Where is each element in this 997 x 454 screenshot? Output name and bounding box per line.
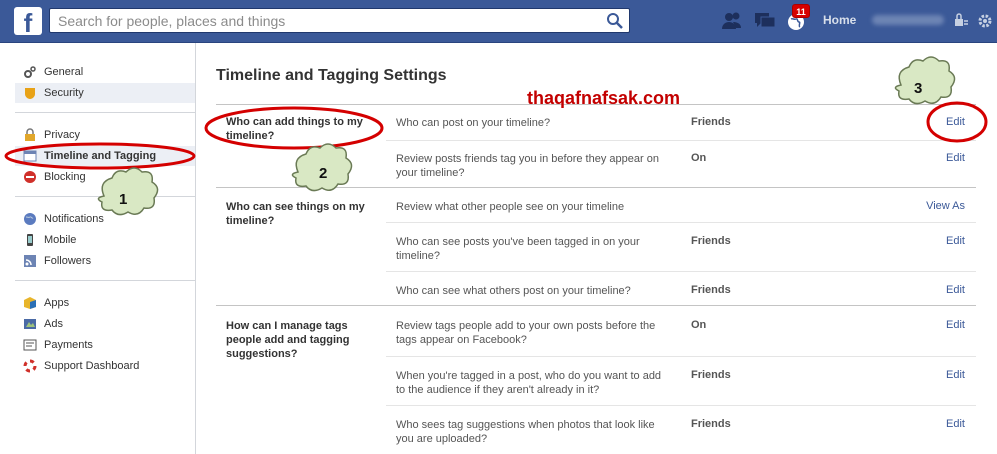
search-icon[interactable] (605, 11, 625, 31)
sidebar-item-mobile[interactable]: Mobile (15, 230, 195, 250)
setting-question: Who sees tag suggestions when photos tha… (396, 419, 655, 445)
sidebar-item-label: Blocking (44, 171, 86, 183)
setting-value: Friends (691, 284, 731, 296)
setting-value: On (691, 319, 707, 331)
watermark-text: thaqafnafsak.com (527, 88, 681, 108)
setting-question: Who can post on your timeline? (396, 117, 551, 129)
settings-section-see-things: Who can see things on my timeline? Revie… (216, 187, 976, 304)
sidebar-item-notifications[interactable]: Notifications (15, 209, 195, 229)
ads-icon (24, 319, 36, 329)
setting-row: Review posts friends tag you in before t… (386, 140, 976, 188)
setting-value: Friends (691, 116, 731, 128)
setting-row: Who can see posts you've been tagged in … (386, 222, 976, 271)
apps-cube-icon (24, 297, 36, 309)
edit-link[interactable]: Edit (946, 152, 965, 164)
home-link[interactable]: Home (823, 13, 856, 27)
mobile-icon (27, 234, 33, 246)
sidebar-item-payments[interactable]: Payments (15, 335, 195, 355)
section-title: Who can add things to my timeline? (226, 116, 363, 142)
notification-count-badge: 11 (792, 4, 810, 18)
lock-icon (25, 128, 35, 141)
callout-number-3: 3 (914, 80, 923, 97)
edit-link[interactable]: Edit (946, 369, 965, 381)
sidebar-item-blocking[interactable]: Blocking (15, 167, 195, 187)
messages-icon[interactable] (753, 10, 777, 32)
globe-icon (24, 213, 36, 225)
lifebuoy-icon (23, 359, 37, 373)
sidebar-item-label: Support Dashboard (44, 360, 140, 372)
setting-row: Who can see what others post on your tim… (386, 271, 976, 305)
view-as-link[interactable]: View As (926, 200, 965, 212)
setting-value: Friends (691, 369, 731, 381)
edit-link[interactable]: Edit (946, 418, 965, 430)
callout-number-1: 1 (119, 191, 128, 208)
callout-number-2: 2 (319, 165, 328, 182)
setting-question: Review what other people see on your tim… (396, 201, 625, 213)
sidebar-item-label: Payments (44, 339, 93, 351)
rss-icon (24, 255, 36, 267)
sidebar-item-label: Notifications (44, 213, 104, 225)
setting-value: On (691, 152, 707, 164)
sidebar-item-apps[interactable]: Apps (15, 293, 195, 313)
settings-section-add-things: Who can add things to my timeline? Who c… (216, 104, 976, 187)
setting-question: Review tags people add to your own posts… (396, 320, 656, 346)
setting-row: Review tags people add to your own posts… (386, 306, 976, 356)
setting-question: When you're tagged in a post, who do you… (396, 370, 662, 396)
sidebar-divider (15, 112, 195, 113)
section-title: Who can see things on my timeline? (226, 201, 365, 227)
friend-requests-icon[interactable] (720, 10, 744, 32)
sidebar-item-general[interactable]: General (15, 62, 195, 82)
sidebar-item-ads[interactable]: Ads (15, 314, 195, 334)
page-title: Timeline and Tagging Settings (216, 67, 447, 84)
profile-name-link[interactable] (872, 15, 944, 25)
settings-gear-icon[interactable] (976, 12, 994, 30)
blocking-icon (24, 171, 36, 183)
section-title: How can I manage tags people add and tag… (226, 320, 350, 360)
sidebar-item-label: Apps (44, 297, 70, 309)
sidebar-item-privacy[interactable]: Privacy (15, 125, 195, 145)
top-navigation-bar: f 11 Home (0, 0, 997, 43)
setting-value: Friends (691, 235, 731, 247)
sidebar-item-label: Ads (44, 318, 63, 330)
sidebar-item-timeline-and-tagging[interactable]: Timeline and Tagging (15, 146, 195, 166)
settings-sidebar: General Security Privacy Timeline and Ta… (0, 43, 196, 454)
setting-row: When you're tagged in a post, who do you… (386, 356, 976, 405)
edit-link[interactable]: Edit (946, 284, 965, 296)
edit-link[interactable]: Edit (946, 235, 965, 247)
facebook-logo[interactable]: f (14, 7, 42, 35)
sidebar-item-security[interactable]: Security (15, 83, 195, 103)
security-badge-icon (25, 88, 35, 99)
setting-question: Who can see posts you've been tagged in … (396, 236, 640, 262)
sidebar-item-label: Timeline and Tagging (44, 150, 157, 162)
sidebar-divider (15, 280, 195, 281)
sidebar-item-support-dashboard[interactable]: Support Dashboard (15, 356, 195, 376)
sidebar-item-label: General (44, 66, 84, 78)
setting-question: Review posts friends tag you in before t… (396, 153, 659, 179)
search-box[interactable] (49, 8, 630, 33)
search-input[interactable] (50, 9, 600, 32)
setting-row: Review what other people see on your tim… (386, 188, 976, 222)
gears-icon (24, 66, 36, 78)
sidebar-item-label: Followers (44, 255, 92, 267)
setting-row: Who sees tag suggestions when photos tha… (386, 405, 976, 454)
sidebar-item-followers[interactable]: Followers (15, 251, 195, 271)
edit-link[interactable]: Edit (946, 319, 965, 331)
sidebar-item-label: Mobile (44, 234, 77, 246)
settings-section-manage-tags: How can I manage tags people add and tag… (216, 305, 976, 454)
setting-question: Who can see what others post on your tim… (396, 285, 631, 297)
payments-icon (23, 339, 37, 351)
privacy-shortcuts-lock-icon[interactable] (953, 12, 969, 30)
sidebar-divider (15, 196, 195, 197)
edit-link[interactable]: Edit (946, 116, 965, 128)
setting-value: Friends (691, 418, 731, 430)
sidebar-item-label: Security (44, 87, 84, 99)
timeline-icon (23, 150, 37, 162)
sidebar-item-label: Privacy (44, 129, 81, 141)
setting-row: Who can post on your timeline? Friends E… (386, 105, 976, 140)
